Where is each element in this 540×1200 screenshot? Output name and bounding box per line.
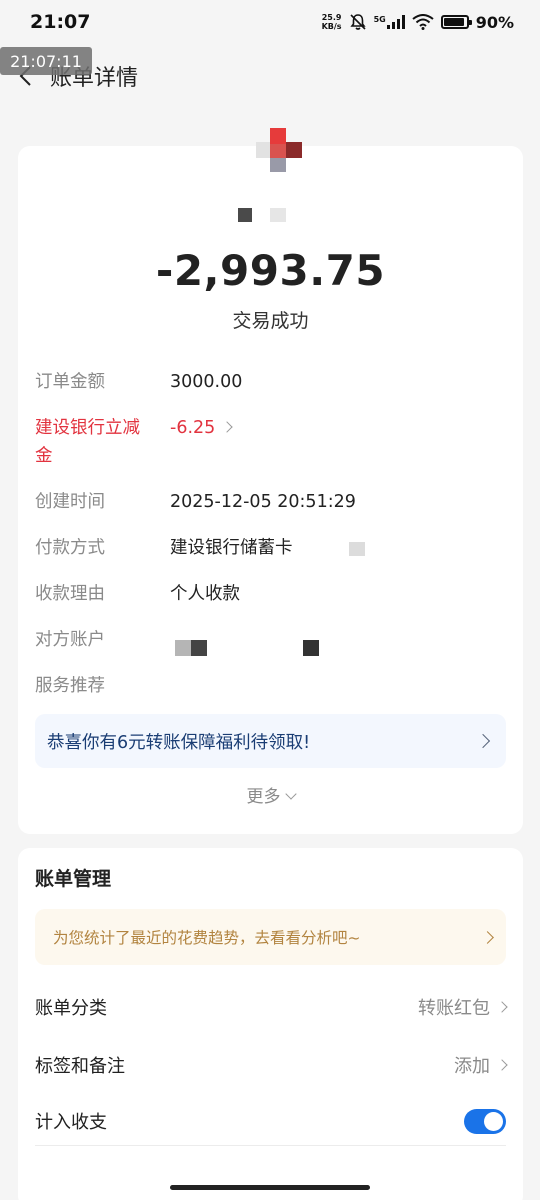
detail-label: 服务推荐 [35,676,105,696]
battery-percent: 90% [475,12,514,32]
detail-label: 订单金额 [35,372,105,392]
payee-name-masked [238,208,308,222]
chevron-right-icon [481,930,494,944]
chevron-right-icon [496,1059,508,1071]
detail-label: 付款方式 [35,538,105,558]
section-title: 账单管理 [35,868,112,890]
chevron-down-icon [284,788,297,800]
detail-label: 收款理由 [35,584,105,604]
include-in-budget-row: 计入收支 [35,1106,506,1136]
promo-banner[interactable]: 恭喜你有6元转账保障福利待领取! [35,714,506,768]
masked-account [175,640,191,656]
detail-value: -6.25 [170,414,233,442]
detail-label: 对方账户 [35,630,105,650]
status-time: 21:07 [30,11,91,33]
cell-signal-icon: 5G [374,15,405,29]
chevron-right-icon [475,733,491,749]
wifi-icon [412,14,434,30]
more-button[interactable]: 更多 [18,782,523,807]
transaction-amount: -2,993.75 [155,246,386,295]
bell-muted-icon [349,14,366,30]
status-icons: 25.9 KB/s 5G 90% [322,13,514,32]
battery-fill [443,18,464,26]
bill-summary-card: -2,993.75 交易成功 订单金额 3000.00 建设银行立减金 -6.2… [18,128,523,834]
tags-notes-row[interactable]: 标签和备注 添加 [35,1050,508,1080]
bill-management-card: 账单管理 为您统计了最近的花费趋势，去看看分析吧~ 账单分类 转账红包 标签和备… [18,848,523,1200]
detail-label: 创建时间 [35,492,105,512]
detail-value: 建设银行储蓄卡 [170,538,293,558]
detail-value: 个人收款 [170,584,240,604]
battery-icon [440,15,472,29]
detail-value: 2025-12-05 20:51:29 [170,492,356,512]
spending-trend-banner[interactable]: 为您统计了最近的花费趋势，去看看分析吧~ [35,909,506,965]
chevron-right-icon [221,421,233,433]
network-speed: 25.9 KB/s [321,13,342,31]
masked-card-number [349,542,365,556]
status-bar: 21:07 25.9 KB/s 5G 90% [0,0,540,44]
trend-text: 为您统计了最近的花费趋势，去看看分析吧~ [53,929,361,947]
bill-category-row[interactable]: 账单分类 转账红包 [35,992,508,1022]
transaction-status: 交易成功 [232,310,309,332]
promo-text: 恭喜你有6元转账保障福利待领取! [47,732,311,753]
divider [35,1145,506,1146]
detail-row-discount[interactable]: 建设银行立减金 -6.25 [35,414,505,472]
screenshot-timestamp: 21:07:11 [0,47,92,75]
detail-label: 建设银行立减金 [35,418,140,466]
detail-value: 3000.00 [170,372,243,392]
chevron-right-icon [496,1001,508,1013]
home-indicator[interactable] [170,1185,370,1190]
avatar [256,128,320,178]
include-in-budget-toggle[interactable] [464,1108,506,1134]
